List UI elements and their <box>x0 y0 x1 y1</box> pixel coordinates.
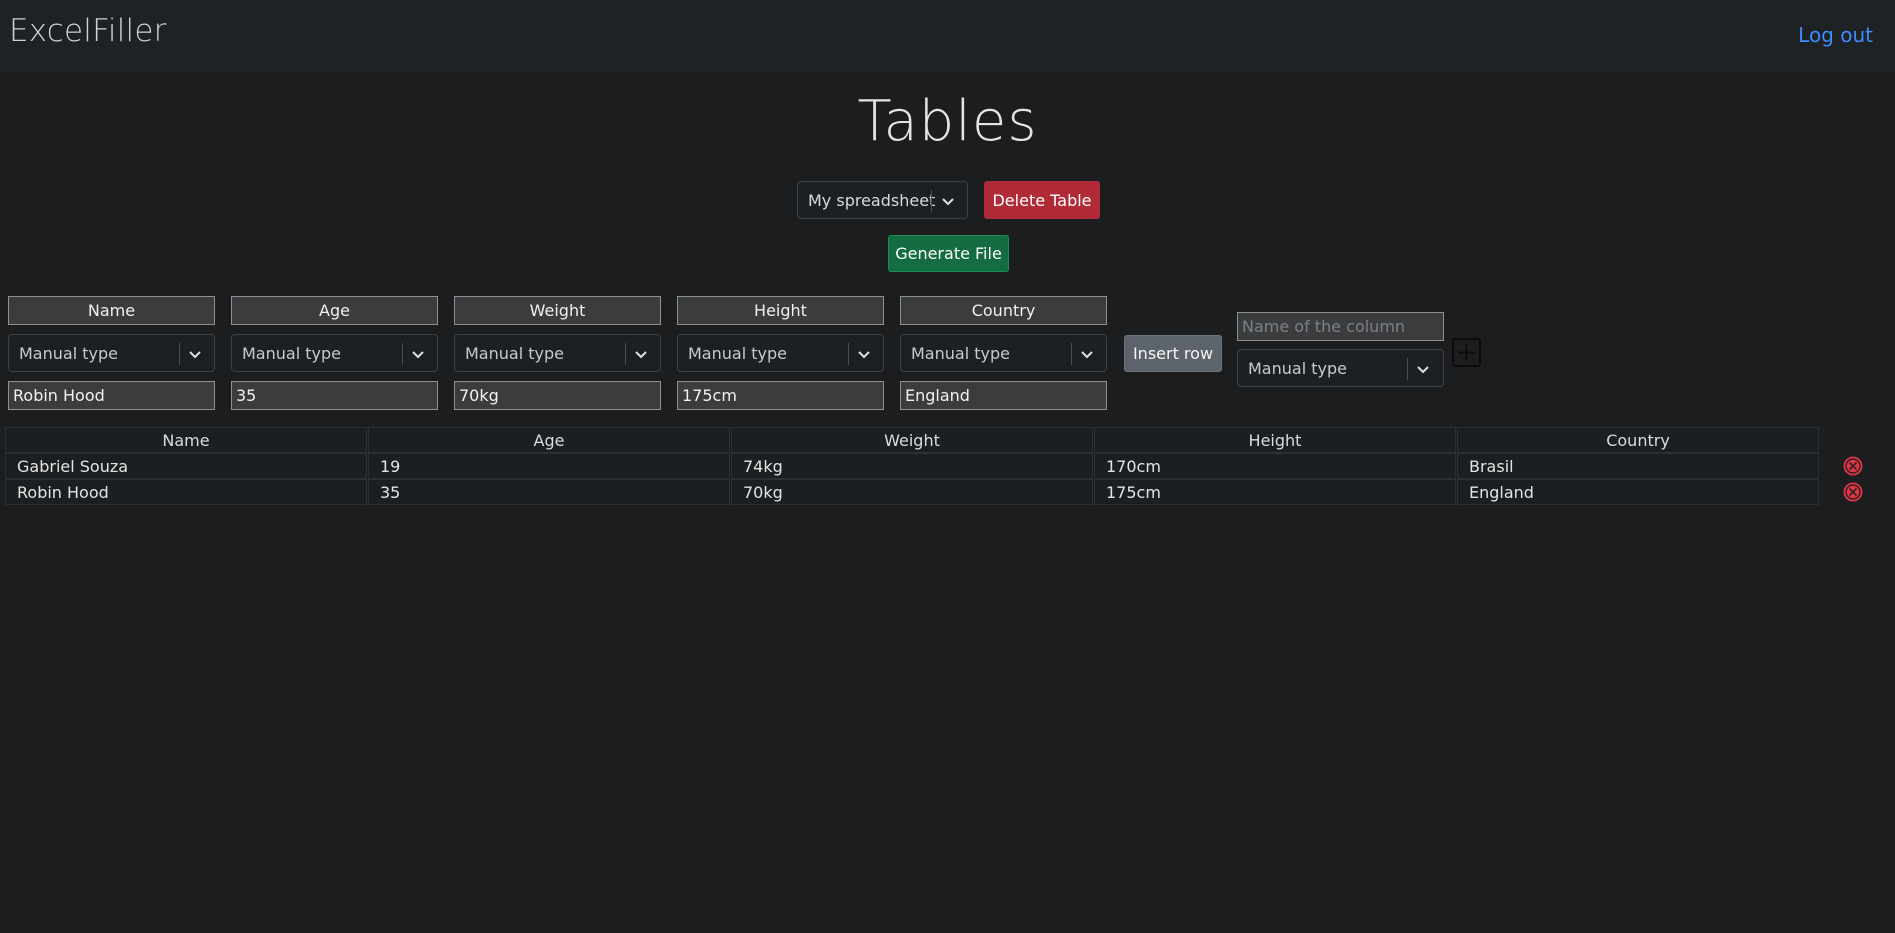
table-header-cell: Age <box>368 427 730 453</box>
column-type-select[interactable]: Manual type <box>454 334 661 372</box>
column-value-input[interactable]: 175cm <box>677 381 884 410</box>
navbar: ExcelFiller Log out <box>0 0 1895 72</box>
delete-row-icon[interactable] <box>1842 455 1864 477</box>
column-header-input[interactable]: Name <box>8 296 215 325</box>
table-header-cell: Name <box>5 427 367 453</box>
plus-icon <box>1458 344 1475 361</box>
column-type-value: Manual type <box>465 344 564 363</box>
column-type-select[interactable]: Manual type <box>900 334 1107 372</box>
add-column-button[interactable] <box>1452 338 1481 367</box>
brand-logo[interactable]: ExcelFiller <box>9 13 167 49</box>
select-divider <box>1407 358 1408 380</box>
column-header-input[interactable]: Age <box>231 296 438 325</box>
table-header-cell: Country <box>1457 427 1819 453</box>
new-column-name-input[interactable]: Name of the column <box>1237 312 1444 341</box>
delete-table-button[interactable]: Delete Table <box>984 181 1100 219</box>
table-cell: England <box>1457 479 1819 505</box>
column-header-input[interactable]: Country <box>900 296 1107 325</box>
column-value-input[interactable]: Robin Hood <box>8 381 215 410</box>
table-cell: 175cm <box>1094 479 1456 505</box>
table-cell: 74kg <box>731 453 1093 479</box>
table-cell: Gabriel Souza <box>5 453 367 479</box>
table-header-cell: Height <box>1094 427 1456 453</box>
select-divider <box>625 343 626 365</box>
chevron-down-icon <box>858 351 870 359</box>
logout-link[interactable]: Log out <box>1798 23 1873 47</box>
column-header-input[interactable]: Weight <box>454 296 661 325</box>
insert-row-button[interactable]: Insert row <box>1124 335 1222 372</box>
new-column-type-select[interactable]: Manual type <box>1237 349 1444 387</box>
table-cell: 70kg <box>731 479 1093 505</box>
column-value-input[interactable]: England <box>900 381 1107 410</box>
column-value-input[interactable]: 70kg <box>454 381 661 410</box>
column-type-select[interactable]: Manual type <box>8 334 215 372</box>
chevron-down-icon <box>942 198 954 206</box>
table-cell: 170cm <box>1094 453 1456 479</box>
column-header-input[interactable]: Height <box>677 296 884 325</box>
chevron-down-icon <box>1081 351 1093 359</box>
table-select-value: My spreadsheet <box>808 191 936 210</box>
select-divider <box>848 343 849 365</box>
select-divider <box>179 343 180 365</box>
select-divider <box>931 190 932 212</box>
column-value-input[interactable]: 35 <box>231 381 438 410</box>
column-type-value: Manual type <box>19 344 118 363</box>
new-column-type-value: Manual type <box>1248 359 1347 378</box>
table-cell: Robin Hood <box>5 479 367 505</box>
select-divider <box>1071 343 1072 365</box>
column-type-select[interactable]: Manual type <box>231 334 438 372</box>
column-type-value: Manual type <box>242 344 341 363</box>
table-header-cell: Weight <box>731 427 1093 453</box>
select-divider <box>402 343 403 365</box>
column-type-select[interactable]: Manual type <box>677 334 884 372</box>
generate-file-button[interactable]: Generate File <box>888 235 1009 272</box>
table-cell: 35 <box>368 479 730 505</box>
table-cell: Brasil <box>1457 453 1819 479</box>
delete-row-icon[interactable] <box>1842 481 1864 503</box>
table-select[interactable]: My spreadsheet <box>797 181 968 219</box>
chevron-down-icon <box>635 351 647 359</box>
chevron-down-icon <box>1417 366 1429 374</box>
chevron-down-icon <box>189 351 201 359</box>
column-type-value: Manual type <box>911 344 1010 363</box>
table-cell: 19 <box>368 453 730 479</box>
chevron-down-icon <box>412 351 424 359</box>
column-type-value: Manual type <box>688 344 787 363</box>
page-title: Tables <box>857 89 1038 154</box>
